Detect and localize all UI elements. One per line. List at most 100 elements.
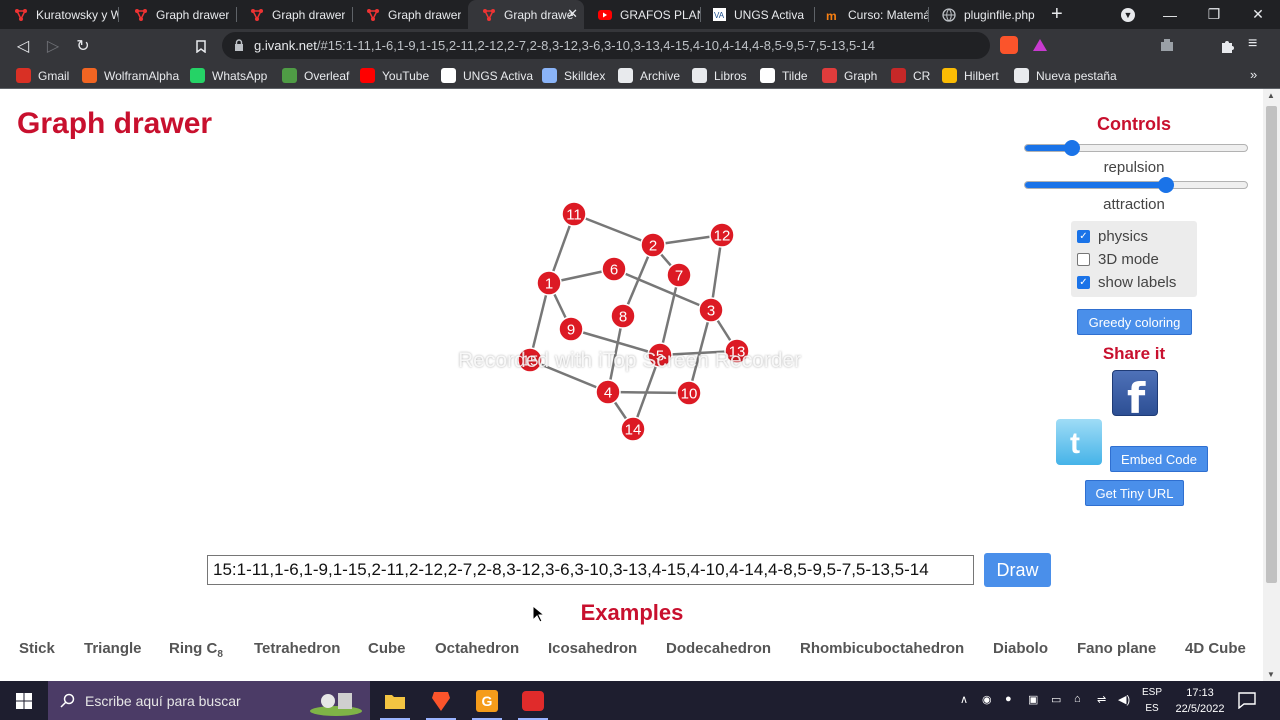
example-icosahedron[interactable]: Icosahedron [548, 640, 637, 657]
tray-mic-icon[interactable]: ● [1005, 693, 1012, 705]
repulsion-slider-knob[interactable] [1064, 140, 1081, 156]
more-bookmarks-icon[interactable]: » [1250, 67, 1257, 82]
graph-canvas[interactable]: 123456 789101112131415 [440, 199, 800, 479]
graph-node[interactable]: 3 [698, 297, 724, 323]
graph-node[interactable]: 8 [610, 303, 636, 329]
bookmark-ungs-activa[interactable]: UNGS Activa [441, 68, 533, 83]
graph-node[interactable]: 12 [709, 222, 735, 248]
3d-mode-option[interactable]: 3D mode [1077, 251, 1159, 268]
close-window-button[interactable]: ✕ [1236, 0, 1280, 29]
puzzle-extensions-icon[interactable] [1220, 38, 1236, 54]
browser-tab[interactable]: VA UNGS Activa [698, 0, 814, 29]
scroll-down-icon[interactable]: ▼ [1267, 670, 1275, 679]
example-ring-c8[interactable]: Ring C8 [169, 640, 223, 660]
scrollbar-thumb[interactable] [1266, 106, 1277, 583]
tray-volume-icon[interactable]: ◀) [1118, 693, 1130, 706]
bookmark-youtube[interactable]: YouTube [360, 68, 429, 83]
example-cube[interactable]: Cube [368, 640, 406, 657]
graph-node[interactable]: 2 [640, 232, 666, 258]
show-labels-checkbox[interactable]: ✓ [1077, 276, 1090, 289]
brave-shield-icon[interactable] [1000, 36, 1018, 54]
browser-tab[interactable]: Graph drawer [120, 0, 236, 29]
graph-node[interactable]: 7 [666, 262, 692, 288]
greedy-coloring-button[interactable]: Greedy coloring [1077, 309, 1192, 335]
show-labels-option[interactable]: ✓ show labels [1077, 274, 1176, 291]
twitter-share-button[interactable]: t [1056, 419, 1102, 465]
tray-battery-icon[interactable]: ▭ [1051, 693, 1061, 706]
start-button[interactable] [0, 681, 48, 720]
tray-vpn-icon[interactable]: ◉ [982, 693, 992, 706]
example-dodecahedron[interactable]: Dodecahedron [666, 640, 771, 657]
brave-rewards-icon[interactable] [1032, 38, 1048, 52]
forward-button[interactable]: ▷ [42, 35, 64, 57]
extension-icon[interactable] [1160, 38, 1174, 52]
taskbar-brave[interactable] [418, 681, 464, 720]
taskbar-file-explorer[interactable] [372, 681, 418, 720]
example-fano-plane[interactable]: Fano plane [1077, 640, 1156, 657]
new-tab-button[interactable]: + [1051, 3, 1063, 26]
tray-security-icon[interactable]: ▣ [1028, 693, 1038, 706]
edges-input[interactable]: 15:1-11,1-6,1-9,1-15,2-11,2-12,2-7,2-8,3… [207, 555, 974, 585]
taskbar-screen-recorder[interactable] [510, 681, 556, 720]
bookmark-gmail[interactable]: Gmail [16, 68, 69, 83]
scroll-up-icon[interactable]: ▲ [1267, 91, 1275, 100]
physics-option[interactable]: ✓ physics [1077, 228, 1148, 245]
bookmark-overleaf[interactable]: Overleaf [282, 68, 349, 83]
bookmark-cr[interactable]: CR [891, 68, 930, 83]
bookmark-graph[interactable]: Graph [822, 68, 877, 83]
browser-tab[interactable]: GRAFOS PLANA [584, 0, 700, 29]
graph-node[interactable]: 4 [595, 379, 621, 405]
bookmark-hilbert[interactable]: Hilbert [942, 68, 999, 83]
example-triangle[interactable]: Triangle [84, 640, 142, 657]
3d-mode-checkbox[interactable] [1077, 253, 1090, 266]
back-button[interactable]: ◁ [12, 35, 34, 57]
example-tetrahedron[interactable]: Tetrahedron [254, 640, 340, 657]
browser-tab[interactable]: Kuratowsky y W [0, 0, 118, 29]
bookmark-nueva-pesta-a[interactable]: Nueva pestaña [1014, 68, 1117, 83]
bookmark-whatsapp[interactable]: WhatsApp [190, 68, 267, 83]
taskbar-clock[interactable]: 17:13 22/5/2022 [1172, 685, 1228, 717]
facebook-share-button[interactable]: f [1112, 370, 1158, 423]
page-scrollbar[interactable]: ▲ ▼ [1263, 89, 1280, 681]
browser-tab[interactable]: m Curso: Matemát [812, 0, 928, 29]
bookmark-page-button[interactable] [190, 35, 212, 57]
tray-overflow-icon[interactable]: ∧ [960, 693, 968, 706]
restore-button[interactable]: ❐ [1192, 0, 1236, 29]
graph-node[interactable]: 11 [561, 201, 587, 227]
browser-tab[interactable]: pluginfile.php [928, 0, 1046, 29]
physics-checkbox[interactable]: ✓ [1077, 230, 1090, 243]
graph-node[interactable]: 1 [536, 270, 562, 296]
reload-button[interactable]: ↻ [72, 35, 94, 57]
close-tab-icon[interactable]: ✕ [567, 6, 578, 22]
example-octahedron[interactable]: Octahedron [435, 640, 519, 657]
minimize-button[interactable]: — [1148, 0, 1192, 29]
draw-button[interactable]: Draw [984, 553, 1051, 587]
get-tiny-url-button[interactable]: Get Tiny URL [1085, 480, 1184, 506]
repulsion-slider[interactable] [1024, 140, 1248, 156]
browser-tab[interactable]: Graph drawe ✕ [468, 0, 584, 29]
attraction-slider[interactable] [1024, 177, 1248, 193]
tray-usb-icon[interactable]: ⇌ [1097, 693, 1106, 706]
tab-search-button[interactable]: ▼ [1106, 0, 1150, 29]
bookmark-wolframalpha[interactable]: WolframAlpha [82, 68, 179, 83]
example-4d-cube[interactable]: 4D Cube [1185, 640, 1246, 657]
bookmark-skilldex[interactable]: Skilldex [542, 68, 605, 83]
graph-node[interactable]: 6 [601, 256, 627, 282]
taskbar-app-g[interactable]: G [464, 681, 510, 720]
tray-network-icon[interactable]: ⌂ [1074, 693, 1081, 705]
example-stick[interactable]: Stick [19, 640, 55, 657]
graph-node[interactable]: 14 [620, 416, 646, 442]
bookmark-libros[interactable]: Libros [692, 68, 747, 83]
taskbar-search[interactable]: Escribe aquí para buscar [48, 681, 370, 720]
bookmark-tilde[interactable]: Tilde [760, 68, 808, 83]
notifications-icon[interactable] [1238, 692, 1256, 709]
browser-tab[interactable]: Graph drawer [352, 0, 468, 29]
embed-code-button[interactable]: Embed Code [1110, 446, 1208, 472]
language-indicator[interactable]: ESP ES [1140, 685, 1164, 717]
graph-node[interactable]: 9 [558, 316, 584, 342]
address-bar[interactable]: g.ivank.net/#15:1-11,1-6,1-9,1-15,2-11,2… [222, 32, 990, 59]
menu-icon[interactable]: ≡ [1248, 35, 1257, 53]
attraction-slider-knob[interactable] [1158, 177, 1175, 193]
example-diabolo[interactable]: Diabolo [993, 640, 1048, 657]
browser-tab[interactable]: Graph drawer [236, 0, 352, 29]
